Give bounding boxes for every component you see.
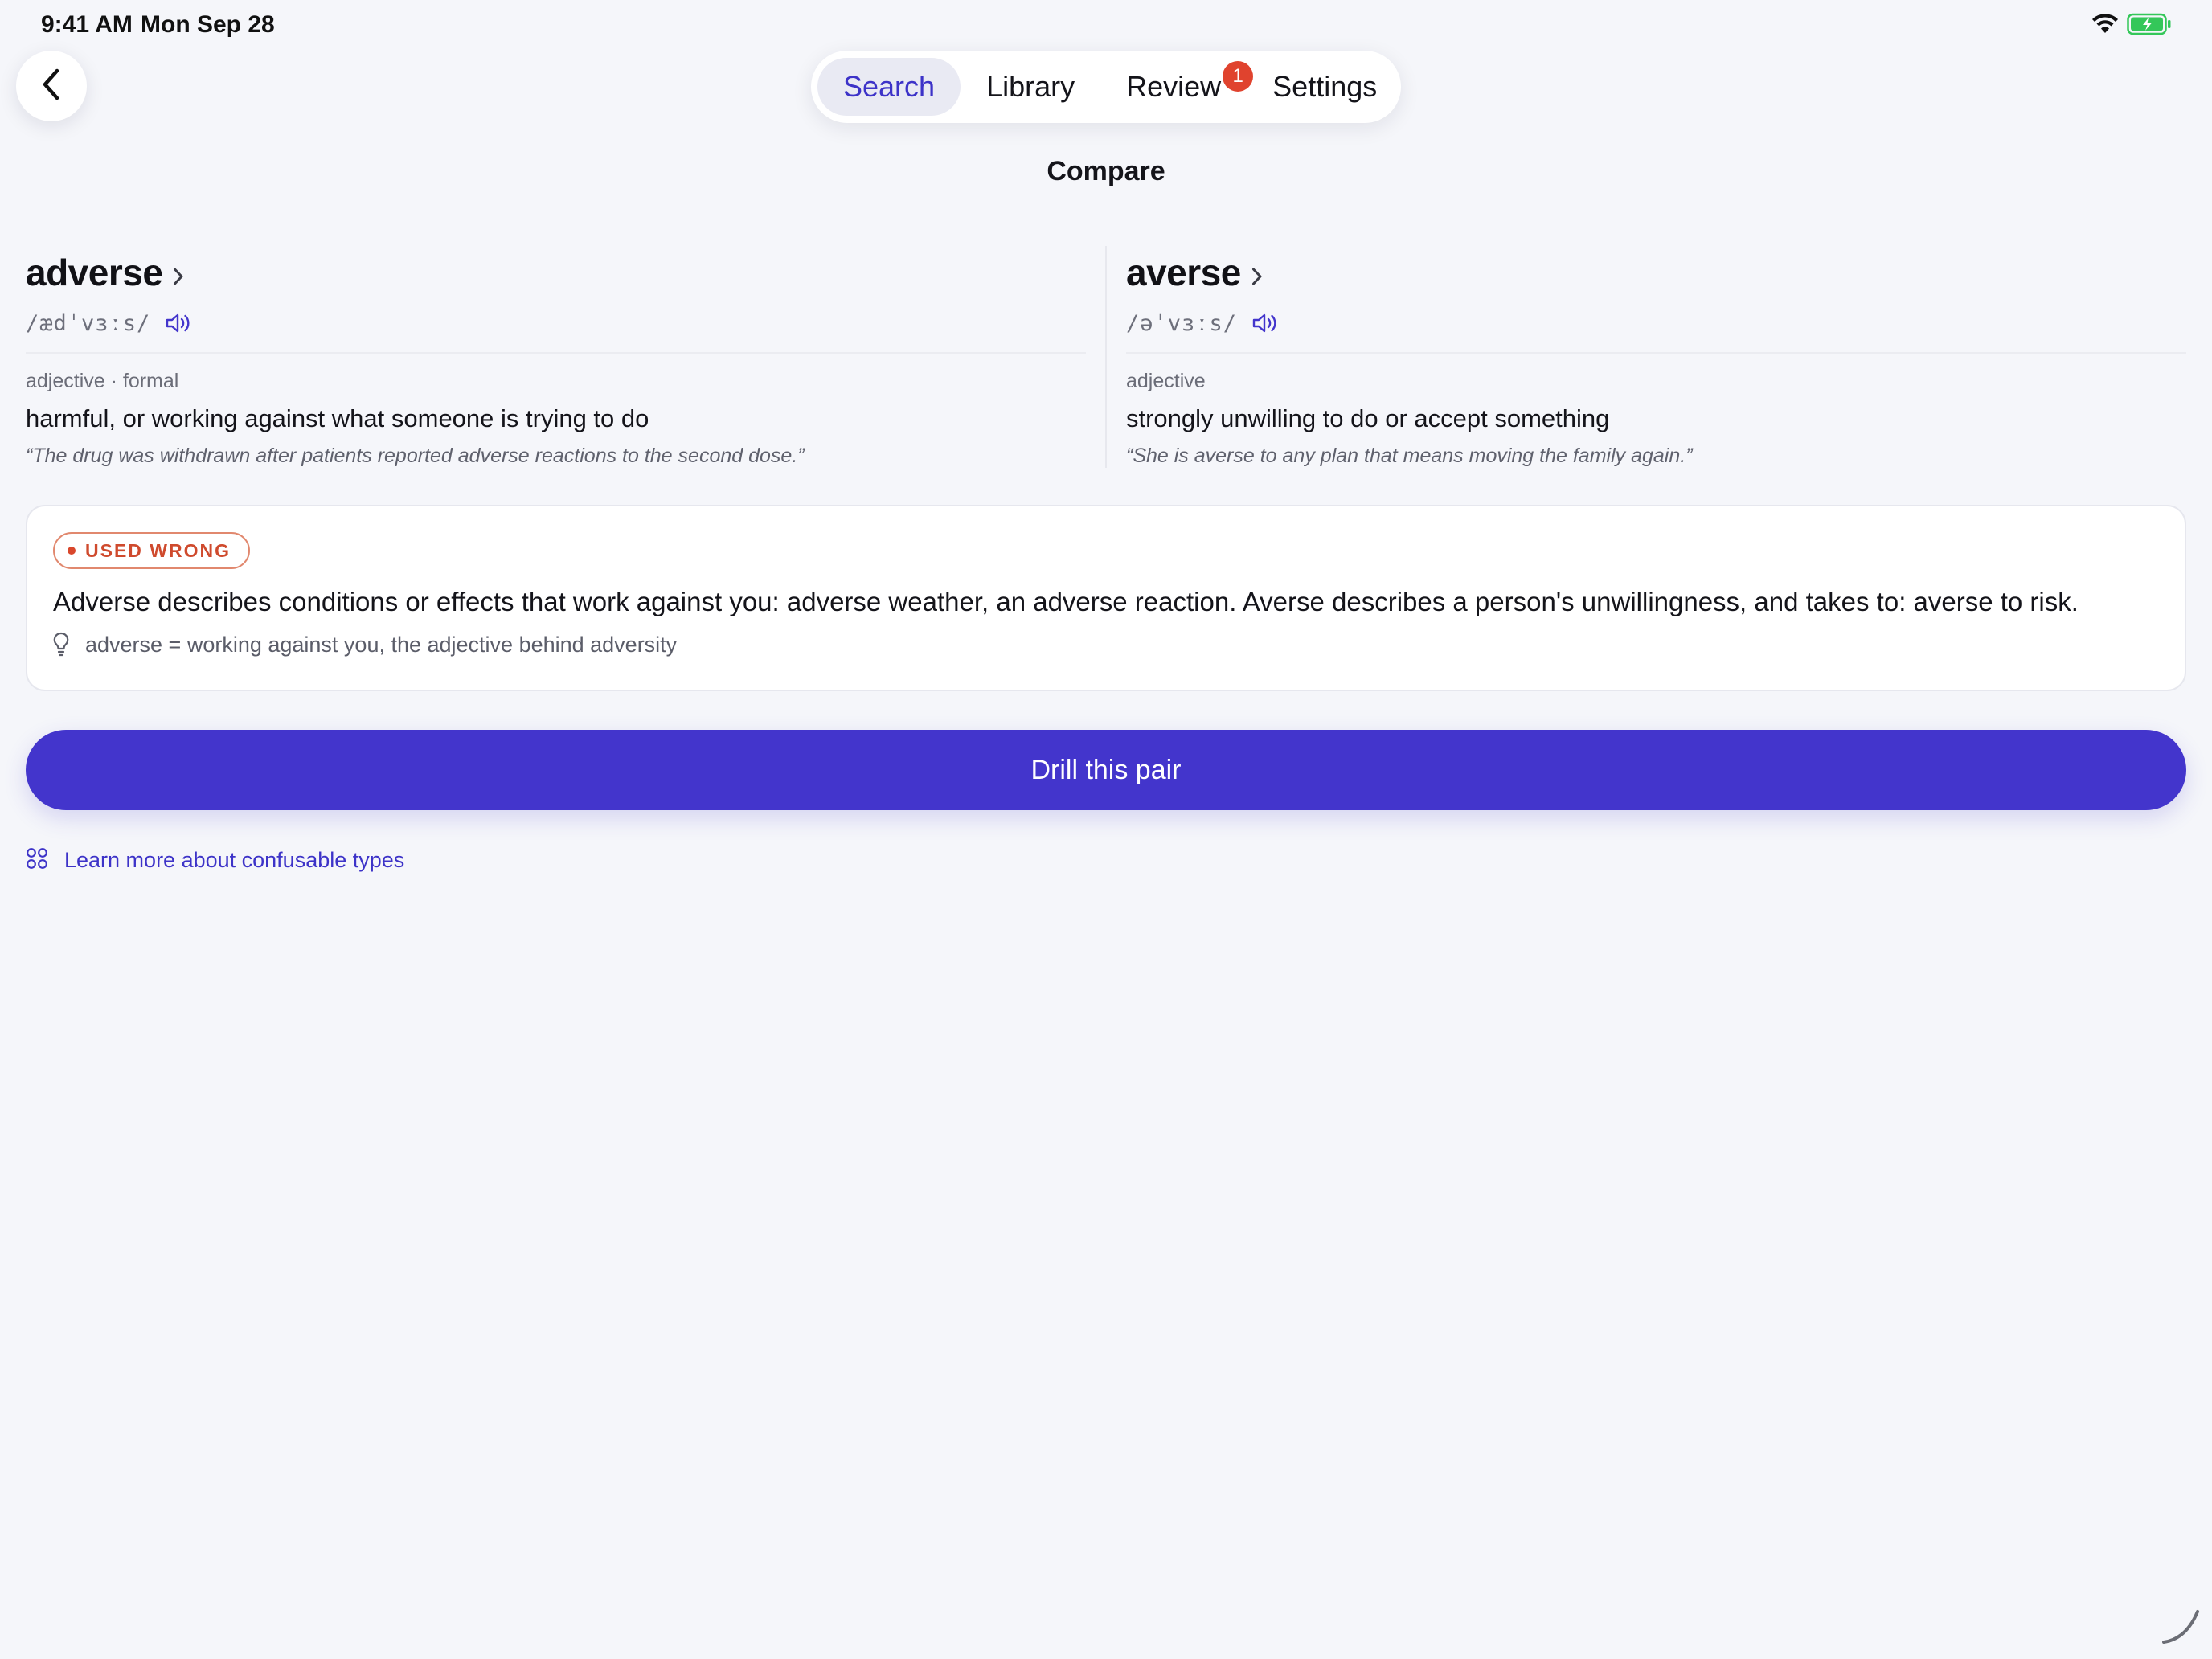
speaker-icon[interactable] <box>1251 311 1279 335</box>
tab-label: Settings <box>1272 70 1378 103</box>
drill-pair-button[interactable]: Drill this pair <box>26 730 2186 810</box>
resize-handle-icon <box>2157 1600 2206 1653</box>
pronunciation: /əˈvɜːs/ <box>1126 310 1238 336</box>
word-column-left: adverse /ædˈvɜːs/ adjective · formal har… <box>26 246 1107 468</box>
pronunciation-row: /ædˈvɜːs/ <box>26 307 1086 339</box>
tab-bar: Search Library Review 1 Settings <box>811 51 1401 123</box>
part-of-speech: adjective · formal <box>26 370 179 392</box>
learn-more-link[interactable]: Learn more about confusable types <box>26 847 404 874</box>
button-label: Drill this pair <box>1030 754 1182 785</box>
status-time: 9:41 AM <box>41 11 133 38</box>
lightbulb-icon <box>53 632 69 657</box>
compare-panel: adverse /ædˈvɜːs/ adjective · formal har… <box>26 246 2186 468</box>
chevron-right-icon <box>1251 266 1264 287</box>
definition: strongly unwilling to do or accept somet… <box>1126 404 1610 432</box>
back-button[interactable] <box>16 51 87 121</box>
learn-more-label: Learn more about confusable types <box>64 848 405 872</box>
chevron-right-icon <box>172 266 185 287</box>
pronunciation-row: /əˈvɜːs/ <box>1126 307 2186 339</box>
tab-review[interactable]: Review 1 <box>1100 58 1254 116</box>
tip-text: adverse = working against you, the adjec… <box>85 632 678 657</box>
used-wrong-badge: USED WRONG <box>53 532 250 569</box>
battery-charging-icon <box>2127 13 2172 39</box>
wifi-icon <box>2091 14 2119 39</box>
definition: harmful, or working against what someone… <box>26 404 649 432</box>
pronunciation: /ædˈvɜːs/ <box>26 310 151 336</box>
word-link-averse[interactable]: averse <box>1126 246 2186 299</box>
tab-search[interactable]: Search <box>817 58 961 116</box>
word-title: adverse <box>26 252 163 293</box>
badge-label: USED WRONG <box>85 539 231 561</box>
tab-label: Library <box>986 70 1075 103</box>
tab-library[interactable]: Library <box>961 58 1100 116</box>
usage-note-text: Adverse describes conditions or effects … <box>53 587 2079 616</box>
status-icons <box>2091 13 2172 39</box>
word-column-right: averse /əˈvɜːs/ adjective strongly unwil… <box>1107 246 2186 468</box>
grid-icon <box>26 847 48 874</box>
usage-note-card: USED WRONG Adverse describes conditions … <box>26 505 2186 691</box>
divider <box>1126 352 2186 354</box>
page-title: Compare <box>1047 156 1165 186</box>
example-sentence: “The drug was withdrawn after patients r… <box>26 444 805 467</box>
status-bar: 9:41 AM Mon Sep 28 <box>0 0 2212 53</box>
divider <box>26 352 1086 354</box>
mnemonic-tip: adverse = working against you, the adjec… <box>53 632 2159 657</box>
speaker-icon[interactable] <box>165 311 192 335</box>
tab-label: Search <box>843 70 936 103</box>
warning-dot-icon <box>68 547 76 555</box>
part-of-speech: adjective <box>1126 370 1206 392</box>
example-sentence: “She is averse to any plan that means mo… <box>1126 444 1693 467</box>
word-link-adverse[interactable]: adverse <box>26 246 1086 299</box>
tab-label: Review <box>1126 70 1222 103</box>
chevron-left-icon <box>39 68 63 105</box>
tab-settings[interactable]: Settings <box>1247 58 1403 116</box>
word-title: averse <box>1126 252 1241 293</box>
status-date: Mon Sep 28 <box>141 11 275 38</box>
